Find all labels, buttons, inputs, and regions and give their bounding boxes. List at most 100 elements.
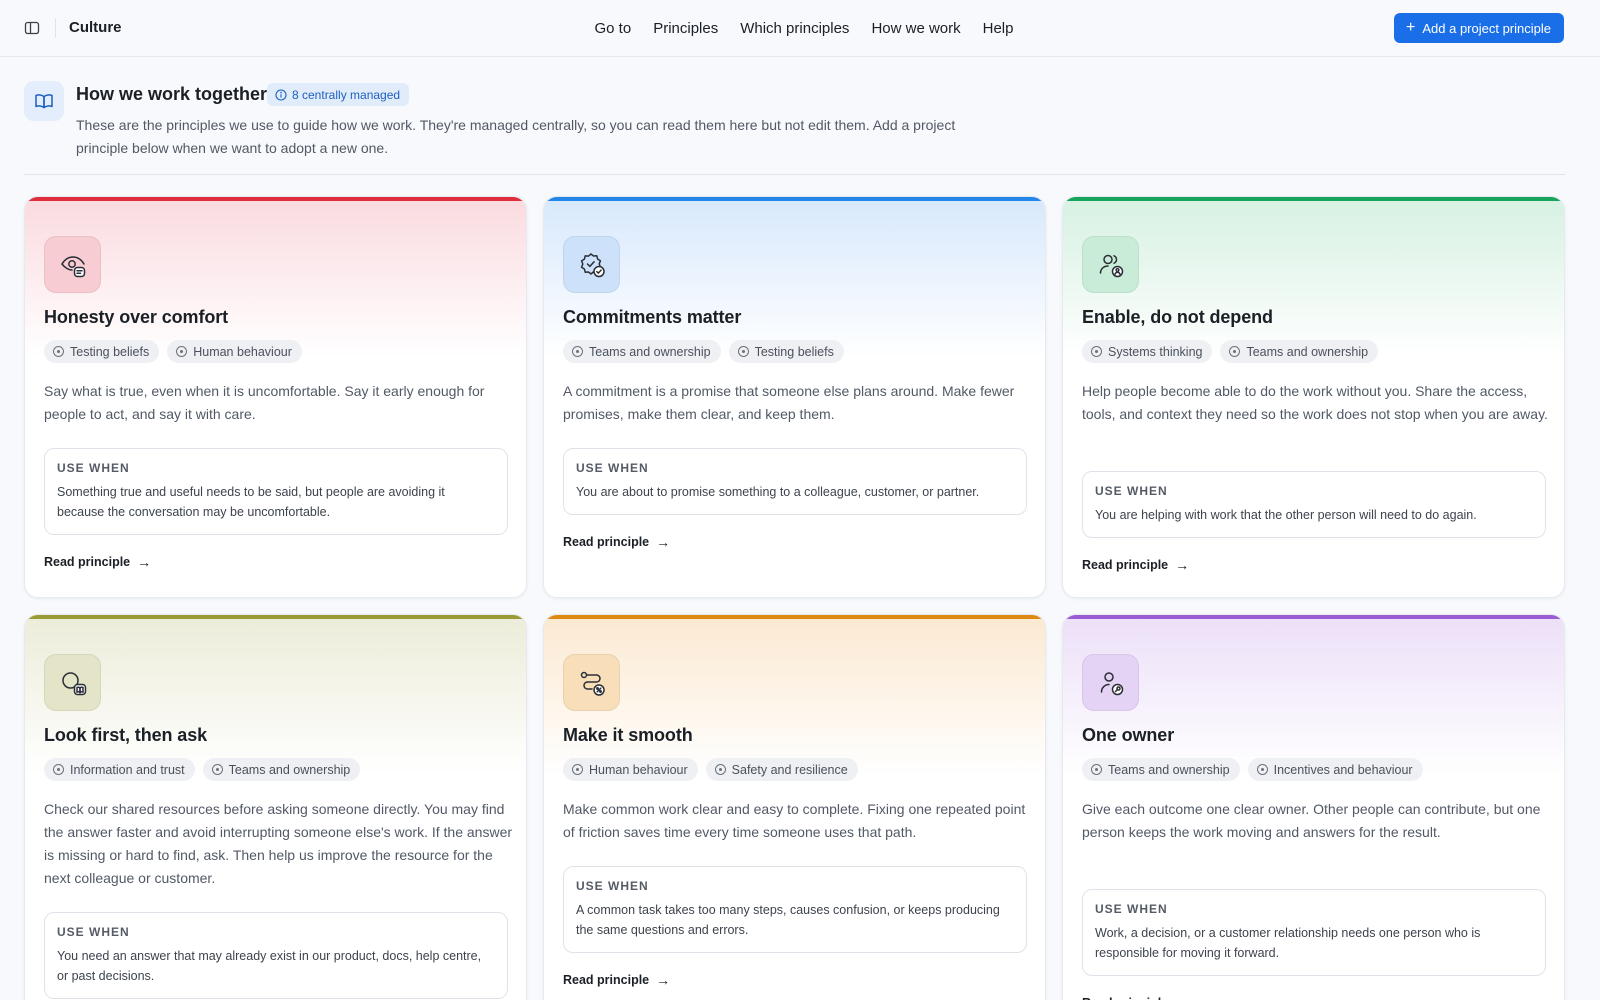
card-description: A commitment is a promise that someone e…	[563, 383, 1015, 422]
badge-text: 8 centrally managed	[292, 87, 401, 102]
arrow-right-icon: →	[1175, 995, 1189, 1000]
tag-chip[interactable]: Human behaviour	[167, 340, 302, 363]
nav-go-to[interactable]: Go to	[595, 20, 632, 37]
card-title: Look first, then ask	[44, 725, 208, 745]
tag-chip[interactable]: Teams and ownership	[1082, 758, 1240, 781]
use-when-text: Work, a decision, or a customer relation…	[1095, 926, 1481, 960]
tag-chip[interactable]: Testing beliefs	[728, 340, 844, 363]
arrow-right-icon: →	[137, 554, 152, 570]
read-principle-link[interactable]: Read principle →	[563, 972, 670, 988]
use-when-box: USE WHEN A common task takes too many st…	[563, 866, 1027, 953]
use-when-text: Something true and useful needs to be sa…	[57, 485, 445, 519]
nav-principles[interactable]: Principles	[653, 20, 718, 37]
users-icon	[1082, 236, 1139, 293]
read-principle-link[interactable]: Read principle →	[1082, 995, 1189, 1000]
read-principle-link[interactable]: Read principle →	[563, 534, 670, 550]
tag-label: Testing beliefs	[754, 344, 834, 359]
user-key-icon	[1082, 654, 1139, 711]
nav-help[interactable]: Help	[983, 20, 1014, 37]
card-title: One owner	[1082, 725, 1175, 745]
card-tags: Testing beliefs Human behaviour	[44, 340, 302, 363]
use-when-label: USE WHEN	[1095, 484, 1168, 498]
card-tags: Teams and ownership Testing beliefs	[563, 340, 844, 363]
route-icon	[563, 654, 620, 711]
info-icon	[275, 88, 287, 101]
tag-chip[interactable]: Teams and ownership	[202, 758, 361, 781]
principle-card[interactable]: Commitments matter Teams and ownership T…	[543, 196, 1046, 598]
tag-label: Teams and ownership	[228, 762, 351, 777]
read-principle-link[interactable]: Read principle →	[1082, 557, 1189, 573]
use-when-box: USE WHEN Something true and useful needs…	[44, 448, 508, 535]
card-accent-bar	[544, 615, 1045, 619]
read-principle-label: Read principle	[1082, 996, 1168, 1000]
tag-label: Teams and ownership	[589, 344, 711, 359]
principle-card[interactable]: One owner Teams and ownership Incentives…	[1062, 614, 1565, 1000]
use-when-label: USE WHEN	[1095, 902, 1168, 916]
card-title: Honesty over comfort	[44, 307, 229, 327]
target-icon	[53, 346, 64, 357]
page-description: These are the principles we use to guide…	[76, 117, 956, 156]
book-open-icon	[24, 81, 64, 121]
arrow-right-icon: →	[656, 972, 671, 988]
tag-chip[interactable]: Safety and resilience	[705, 758, 858, 781]
card-accent-bar	[544, 197, 1045, 201]
arrow-right-icon: →	[1175, 557, 1190, 573]
nav-how-we-work[interactable]: How we work	[871, 20, 960, 37]
card-description: Help people become able to do the work w…	[1082, 383, 1548, 422]
top-navigation: Go to Principles Which principles How we…	[0, 0, 1600, 56]
badge-check-icon	[563, 236, 620, 293]
tag-label: Incentives and behaviour	[1273, 762, 1413, 777]
topbar-divider	[55, 18, 56, 38]
target-icon	[737, 346, 749, 357]
tag-chip[interactable]: Testing beliefs	[44, 340, 160, 363]
read-principle-label: Read principle	[563, 973, 650, 987]
tag-chip[interactable]: Human behaviour	[563, 758, 698, 781]
use-when-box: USE WHEN You are helping with work that …	[1082, 471, 1546, 538]
card-title: Make it smooth	[563, 725, 693, 745]
read-principle-label: Read principle	[1082, 558, 1169, 572]
target-icon	[211, 764, 223, 775]
principle-card[interactable]: Make it smooth Human behaviour Safety an…	[543, 614, 1046, 1000]
tag-label: Systems thinking	[1108, 344, 1203, 359]
tag-label: Teams and ownership	[1108, 762, 1230, 777]
principle-card[interactable]: Enable, do not depend Systems thinking T…	[1062, 196, 1565, 598]
target-icon	[176, 346, 188, 357]
read-principle-label: Read principle	[44, 555, 131, 569]
tag-chip[interactable]: Teams and ownership	[1220, 340, 1379, 363]
sidebar-toggle-icon[interactable]	[24, 20, 40, 36]
add-project-principle-button[interactable]: + Add a project principle	[1394, 13, 1564, 43]
card-description: Check our shared resources before asking…	[44, 801, 513, 886]
use-when-label: USE WHEN	[57, 461, 130, 475]
target-icon	[1091, 764, 1102, 775]
header-divider	[24, 174, 1565, 175]
tag-chip[interactable]: Systems thinking	[1082, 340, 1213, 363]
use-when-label: USE WHEN	[576, 461, 649, 475]
target-icon	[1256, 764, 1268, 775]
search-book-icon	[44, 654, 101, 711]
tag-label: Safety and resilience	[731, 762, 848, 777]
card-accent-bar	[25, 615, 526, 619]
principle-card[interactable]: Honesty over comfort Testing beliefs Hum…	[24, 196, 527, 598]
card-tags: Human behaviour Safety and resilience	[563, 758, 858, 781]
target-icon	[572, 764, 583, 775]
tag-chip[interactable]: Teams and ownership	[563, 340, 721, 363]
nav-which-principles[interactable]: Which principles	[740, 20, 849, 37]
tag-chip[interactable]: Incentives and behaviour	[1247, 758, 1423, 781]
tag-chip[interactable]: Information and trust	[44, 758, 195, 781]
card-description: Say what is true, even when it is uncomf…	[44, 383, 485, 422]
principle-card[interactable]: Look first, then ask Information and tru…	[24, 614, 527, 1000]
use-when-box: USE WHEN You need an answer that may alr…	[44, 912, 508, 999]
card-accent-bar	[1063, 615, 1564, 619]
page-title: How we work together	[76, 84, 268, 104]
top-bar: Culture Go to Principles Which principle…	[0, 0, 1600, 57]
target-icon	[714, 764, 726, 775]
target-icon	[572, 346, 583, 357]
tag-label: Teams and ownership	[1246, 344, 1369, 359]
card-accent-bar	[1063, 197, 1564, 201]
add-project-principle-label: Add a project principle	[1422, 20, 1551, 36]
centrally-managed-badge: 8 centrally managed	[267, 83, 410, 106]
card-tags: Teams and ownership Incentives and behav…	[1082, 758, 1423, 781]
target-icon	[53, 764, 64, 775]
read-principle-link[interactable]: Read principle →	[44, 554, 151, 570]
card-description: Make common work clear and easy to compl…	[563, 801, 1026, 840]
